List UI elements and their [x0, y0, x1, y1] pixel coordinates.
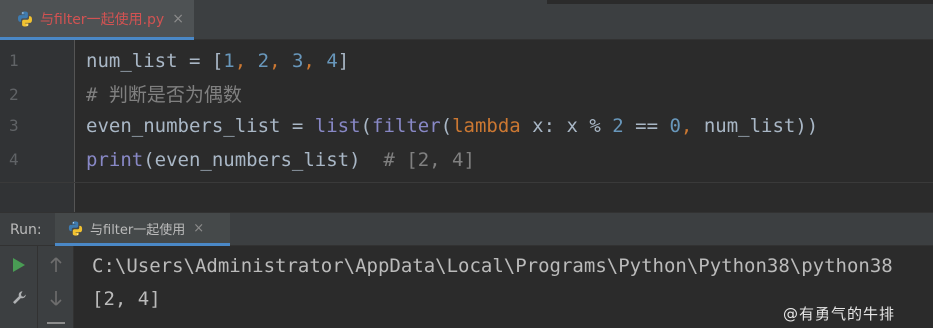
- run-title: Run:: [10, 222, 42, 238]
- line-number-gutter: 1 2 3 4: [0, 40, 75, 182]
- python-file-icon: [18, 11, 32, 26]
- console-output-line: C:\Users\Administrator\AppData\Local\Pro…: [92, 255, 893, 277]
- code-token: even_numbers_list =: [86, 115, 315, 137]
- code-token: num_list)): [703, 115, 819, 137]
- code-token: ,: [680, 115, 704, 137]
- editor-bottom-area: [0, 182, 933, 213]
- arrow-down-icon[interactable]: [44, 286, 68, 310]
- code-token: ,: [234, 50, 258, 72]
- editor-tab[interactable]: 与filter一起使用.py ×: [0, 0, 194, 40]
- code-token: (: [440, 115, 453, 137]
- run-toolbar-left: [0, 246, 38, 328]
- code-line[interactable]: # 判断是否为偶数: [86, 78, 242, 112]
- line-number: 1: [9, 51, 19, 70]
- line-number: 4: [9, 150, 19, 169]
- code-editor[interactable]: 1234 num_list = [1, 2, 3, 4] # 判断是否为偶数 eve…: [0, 40, 933, 182]
- code-token: ==: [623, 115, 670, 137]
- wrench-icon[interactable]: [7, 286, 31, 310]
- code-token: 0: [669, 115, 681, 137]
- scroll-indicator: [47, 322, 65, 324]
- code-token: print: [86, 149, 144, 171]
- code-token: ]: [337, 50, 350, 72]
- code-token: ,: [269, 50, 292, 72]
- run-icon[interactable]: [7, 253, 31, 277]
- console-output-line: [2, 4]: [92, 288, 161, 310]
- run-tool-window-header: Run: 与filter一起使用 ×: [0, 212, 933, 246]
- code-token: list: [314, 115, 361, 137]
- gutter-continuation: [0, 183, 75, 213]
- editor-tab-bar: 与filter一起使用.py ×: [0, 0, 933, 40]
- code-token: 2: [612, 115, 624, 137]
- python-icon: [68, 220, 83, 236]
- code-token: # 判断是否为偶数: [86, 84, 242, 106]
- editor-tab-label: 与filter一起使用.py: [40, 11, 165, 28]
- code-token: lambda: [452, 115, 521, 137]
- code-token: 1: [223, 50, 235, 72]
- code-token: 4: [326, 50, 338, 72]
- close-icon[interactable]: ×: [193, 221, 204, 236]
- code-token: 3: [291, 50, 304, 72]
- code-token: (even_numbers_list): [143, 149, 384, 171]
- code-line[interactable]: num_list = [1, 2, 3, 4]: [86, 44, 349, 78]
- code-token: num_list = [: [86, 50, 224, 72]
- line-number: 3: [9, 116, 19, 135]
- run-toolbar-right: [38, 246, 74, 328]
- arrow-up-icon[interactable]: [44, 253, 68, 277]
- run-tab-label: 与filter一起使用: [90, 222, 186, 238]
- code-token: filter: [372, 115, 441, 137]
- code-line[interactable]: print(even_numbers_list) # [2, 4]: [86, 143, 475, 177]
- tabbar-edge: [547, 0, 933, 4]
- code-token: # [2, 4]: [383, 149, 475, 171]
- code-line[interactable]: even_numbers_list = list(filter(lambda x…: [86, 109, 818, 143]
- close-icon[interactable]: ×: [172, 11, 184, 27]
- line-number: 2: [9, 85, 19, 104]
- code-token: ,: [303, 50, 327, 72]
- watermark: @有勇气的牛排: [783, 305, 896, 323]
- code-token: x: x %: [520, 115, 613, 137]
- run-config-tab[interactable]: 与filter一起使用 ×: [55, 213, 230, 246]
- code-token: 2: [257, 50, 270, 72]
- code-token: (: [360, 115, 372, 137]
